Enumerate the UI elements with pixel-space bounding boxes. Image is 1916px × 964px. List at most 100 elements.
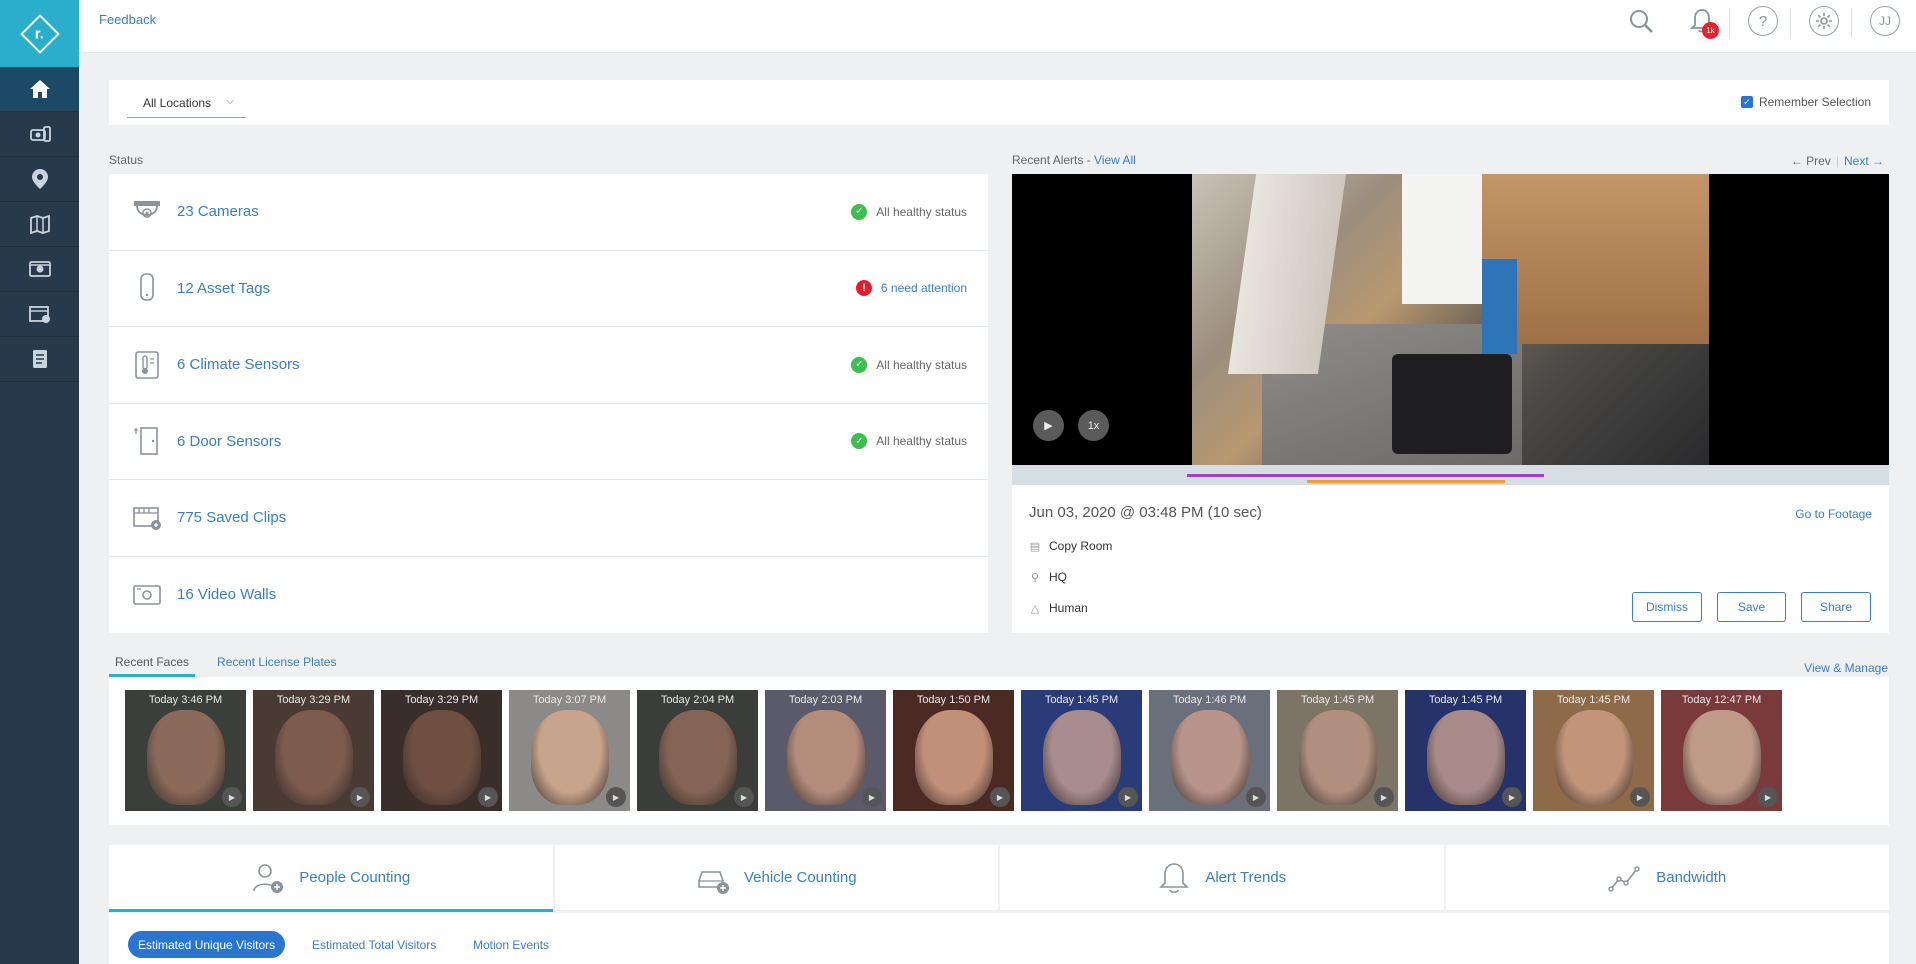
alert-location: ⚲ HQ bbox=[1029, 570, 1067, 584]
face-timestamp: Today 3:46 PM bbox=[148, 694, 223, 706]
tab-label: Bandwidth bbox=[1656, 869, 1727, 886]
next-alert-button[interactable]: Next → bbox=[1844, 154, 1884, 168]
face-thumbnail[interactable]: Today 1:46 PM ▶ bbox=[1149, 690, 1270, 811]
face-thumbnail[interactable]: Today 12:47 PM ▶ bbox=[1661, 690, 1782, 811]
sidebar-item-map[interactable] bbox=[0, 202, 79, 247]
sidebar-item-reports[interactable] bbox=[0, 337, 79, 382]
face-thumbnail[interactable]: Today 1:45 PM ▶ bbox=[1405, 690, 1526, 811]
status-row-asset-tags: 12 Asset Tags ! 6 need attention bbox=[109, 251, 988, 327]
analytics-tabs: People Counting Vehicle Counting Alert T… bbox=[109, 845, 1889, 912]
play-icon[interactable]: ▶ bbox=[1374, 787, 1394, 807]
avatar: JJ bbox=[1870, 6, 1900, 36]
face-thumbnail[interactable]: Today 3:07 PM ▶ bbox=[509, 690, 630, 811]
remember-checkbox[interactable]: ✓ bbox=[1740, 96, 1753, 108]
play-icon[interactable]: ▶ bbox=[222, 787, 242, 807]
status-badge: ✓ All healthy status bbox=[851, 356, 967, 373]
video-walls-link[interactable]: 16 Video Walls bbox=[177, 586, 276, 603]
notifications-button[interactable]: 1k bbox=[1685, 4, 1719, 39]
dismiss-button[interactable]: Dismiss bbox=[1632, 592, 1702, 622]
tab-recent-faces[interactable]: Recent Faces bbox=[109, 653, 196, 677]
tab-people-counting[interactable]: People Counting bbox=[109, 845, 553, 912]
tab-recent-license-plates[interactable]: Recent License Plates bbox=[211, 653, 342, 677]
alert-pager: ← Prev | Next → bbox=[1791, 154, 1884, 168]
help-button[interactable]: ? bbox=[1746, 4, 1780, 38]
face-thumbnail[interactable]: Today 1:45 PM ▶ bbox=[1277, 690, 1398, 811]
play-icon[interactable]: ▶ bbox=[1118, 787, 1138, 807]
map-icon bbox=[29, 214, 50, 235]
door-sensors-link[interactable]: 6 Door Sensors bbox=[177, 433, 281, 450]
settings-button[interactable] bbox=[1807, 4, 1841, 38]
saved-clips-link[interactable]: 775 Saved Clips bbox=[177, 509, 286, 526]
tab-bandwidth[interactable]: Bandwidth bbox=[1445, 845, 1889, 910]
play-icon[interactable]: ▶ bbox=[1246, 787, 1266, 807]
asset-tags-link[interactable]: 12 Asset Tags bbox=[177, 280, 270, 297]
recent-alerts-label: Recent Alerts - bbox=[1012, 153, 1095, 167]
view-manage-link[interactable]: View & Manage bbox=[1804, 661, 1888, 675]
play-icon[interactable]: ▶ bbox=[990, 787, 1010, 807]
play-icon[interactable]: ▶ bbox=[1630, 787, 1650, 807]
sidebar-item-devices[interactable] bbox=[0, 112, 79, 157]
face-thumbnail[interactable]: Today 1:45 PM ▶ bbox=[1021, 690, 1142, 811]
subtab-estimated-total-visitors[interactable]: Estimated Total Visitors bbox=[302, 931, 446, 958]
clips-icon bbox=[28, 306, 50, 323]
subtab-motion-events[interactable]: Motion Events bbox=[463, 931, 559, 958]
face-image bbox=[1299, 710, 1377, 805]
sidebar-item-locations[interactable] bbox=[0, 157, 79, 202]
face-thumbnail[interactable]: Today 1:45 PM ▶ bbox=[1533, 690, 1654, 811]
climate-sensors-link[interactable]: 6 Climate Sensors bbox=[177, 356, 300, 373]
play-icon[interactable]: ▶ bbox=[478, 787, 498, 807]
face-timestamp: Today 2:03 PM bbox=[788, 694, 863, 706]
face-thumbnail[interactable]: Today 3:29 PM ▶ bbox=[381, 690, 502, 811]
location-select[interactable]: All Locations ⌵ bbox=[127, 92, 246, 118]
face-thumbnail[interactable]: Today 1:50 PM ▶ bbox=[893, 690, 1014, 811]
tab-alert-trends[interactable]: Alert Trends bbox=[1000, 845, 1444, 910]
play-button[interactable]: ▶ bbox=[1033, 410, 1064, 441]
video-wall-icon bbox=[131, 583, 163, 607]
search-button[interactable] bbox=[1624, 4, 1658, 38]
face-thumbnail[interactable]: Today 2:04 PM ▶ bbox=[637, 690, 758, 811]
user-menu-button[interactable]: JJ bbox=[1868, 4, 1902, 38]
face-thumbnail[interactable]: Today 2:03 PM ▶ bbox=[765, 690, 886, 811]
video-timeline[interactable] bbox=[1012, 465, 1889, 485]
play-icon[interactable]: ▶ bbox=[734, 787, 754, 807]
play-icon[interactable]: ▶ bbox=[1758, 787, 1778, 807]
status-heading: Status bbox=[109, 153, 144, 167]
face-timestamp: Today 12:47 PM bbox=[1681, 694, 1762, 706]
remember-selection[interactable]: ✓ Remember Selection bbox=[1740, 95, 1871, 109]
play-icon[interactable]: ▶ bbox=[862, 787, 882, 807]
feedback-link[interactable]: Feedback bbox=[99, 12, 156, 27]
go-to-footage-link[interactable]: Go to Footage bbox=[1795, 507, 1872, 521]
subtab-estimated-unique-visitors[interactable]: Estimated Unique Visitors bbox=[128, 931, 286, 958]
video-wall-icon bbox=[28, 261, 51, 277]
recent-alerts-heading: Recent Alerts - View All bbox=[1012, 153, 1136, 167]
alert-video-player[interactable]: ▶ 1x bbox=[1012, 174, 1889, 465]
status-text[interactable]: 6 need attention bbox=[881, 281, 967, 295]
climate-sensor-icon bbox=[131, 350, 163, 380]
logo[interactable]: r. bbox=[0, 0, 79, 67]
play-icon[interactable]: ▶ bbox=[606, 787, 626, 807]
sidebar-item-video-walls[interactable] bbox=[0, 247, 79, 292]
tab-vehicle-counting[interactable]: Vehicle Counting bbox=[554, 845, 998, 910]
face-timestamp: Today 3:07 PM bbox=[532, 694, 607, 706]
face-image bbox=[531, 710, 609, 805]
cameras-link[interactable]: 23 Cameras bbox=[177, 203, 259, 220]
clips-icon bbox=[131, 505, 163, 531]
status-row-saved-clips: 775 Saved Clips bbox=[109, 480, 988, 557]
line-chart-icon bbox=[1608, 865, 1640, 892]
status-badge[interactable]: ! 6 need attention bbox=[855, 280, 967, 297]
play-icon[interactable]: ▶ bbox=[350, 787, 370, 807]
share-button[interactable]: Share bbox=[1801, 592, 1871, 622]
face-thumbnail[interactable]: Today 3:46 PM ▶ bbox=[125, 690, 246, 811]
face-image bbox=[787, 710, 865, 805]
location-pin-icon bbox=[31, 169, 48, 189]
status-badge: ✓ All healthy status bbox=[851, 433, 967, 450]
prev-alert-button[interactable]: ← Prev bbox=[1791, 154, 1831, 168]
save-button[interactable]: Save bbox=[1717, 592, 1786, 622]
face-thumbnail[interactable]: Today 3:29 PM ▶ bbox=[253, 690, 374, 811]
gear-icon bbox=[1809, 6, 1839, 36]
playback-speed-button[interactable]: 1x bbox=[1078, 410, 1109, 441]
play-icon[interactable]: ▶ bbox=[1502, 787, 1522, 807]
sidebar-item-clips[interactable] bbox=[0, 292, 79, 337]
sidebar-item-home[interactable] bbox=[0, 67, 79, 112]
view-all-alerts-link[interactable]: View All bbox=[1094, 153, 1136, 167]
